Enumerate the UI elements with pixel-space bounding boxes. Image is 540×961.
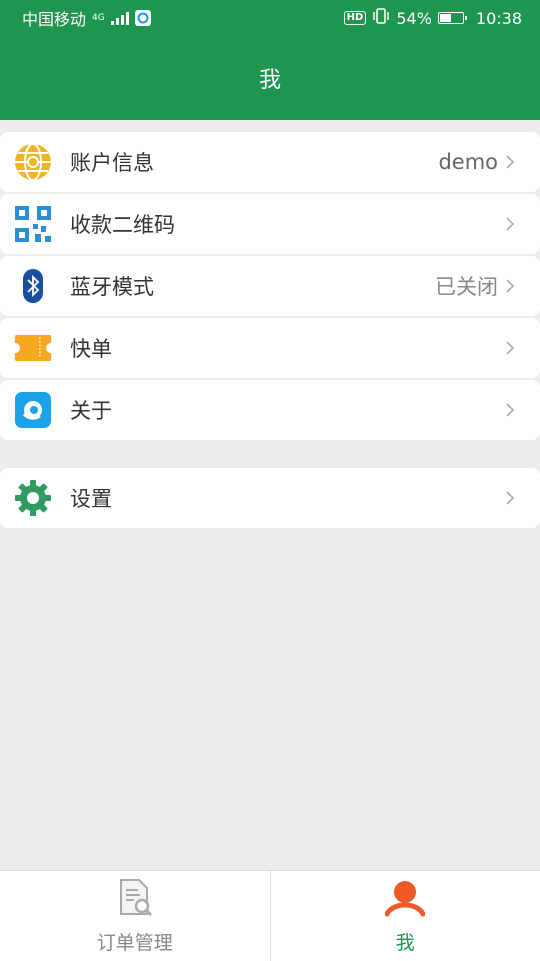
tab-me[interactable]: 我: [270, 871, 540, 961]
carrier-name: 中国移动: [22, 6, 86, 30]
bluetooth-icon: [14, 267, 52, 305]
person-icon: [385, 878, 425, 922]
qr-code-icon: [14, 205, 52, 243]
chevron-right-icon: [504, 490, 516, 506]
chevron-right-icon: [504, 340, 516, 356]
chevron-right-icon: [504, 216, 516, 232]
account-name-value: demo: [438, 150, 498, 174]
menu-item-bluetooth-mode[interactable]: 蓝牙模式 已关闭: [0, 256, 540, 316]
signal-icon: [111, 11, 129, 25]
menu-item-quick-order[interactable]: 快单: [0, 318, 540, 378]
page-title: 我: [259, 62, 281, 94]
menu-item-settings[interactable]: 设置: [0, 468, 540, 528]
tab-label: 订单管理: [97, 928, 173, 955]
network-type: 4G: [92, 14, 105, 23]
menu-item-label: 账户信息: [70, 147, 154, 177]
menu-item-account-info[interactable]: 账户信息 demo: [0, 132, 540, 192]
bluetooth-status-value: 已关闭: [435, 271, 498, 301]
battery-icon: [438, 12, 464, 24]
chevron-right-icon: [504, 154, 516, 170]
chevron-right-icon: [504, 278, 516, 294]
menu-list: 账户信息 demo 收款二维码 蓝牙模式 已关闭: [0, 132, 540, 442]
tab-label: 我: [396, 928, 415, 955]
page-header: 我: [0, 36, 540, 120]
status-bar: 中国移动 4G HD 54% 10:38: [0, 0, 540, 36]
chevron-right-icon: [504, 402, 516, 418]
order-search-icon: [115, 878, 155, 922]
settings-group: 设置: [0, 468, 540, 530]
tab-order-management[interactable]: 订单管理: [0, 871, 270, 961]
vibrate-icon: [372, 8, 390, 28]
menu-item-label: 收款二维码: [70, 209, 175, 239]
menu-item-label: 蓝牙模式: [70, 271, 154, 301]
menu-item-label: 关于: [70, 395, 112, 425]
app-logo-icon: [14, 391, 52, 429]
menu-item-label: 设置: [70, 483, 112, 513]
ticket-icon: [14, 329, 52, 367]
menu-item-payment-qr[interactable]: 收款二维码: [0, 194, 540, 254]
globe-icon: [14, 143, 52, 181]
notification-app-icon: [135, 10, 151, 26]
bottom-tab-bar: 订单管理 我: [0, 870, 540, 961]
menu-item-label: 快单: [70, 333, 112, 363]
battery-percent: 54%: [396, 9, 432, 28]
menu-item-about[interactable]: 关于: [0, 380, 540, 440]
clock-time: 10:38: [476, 9, 522, 28]
hd-icon: HD: [344, 11, 367, 25]
gear-icon: [14, 479, 52, 517]
